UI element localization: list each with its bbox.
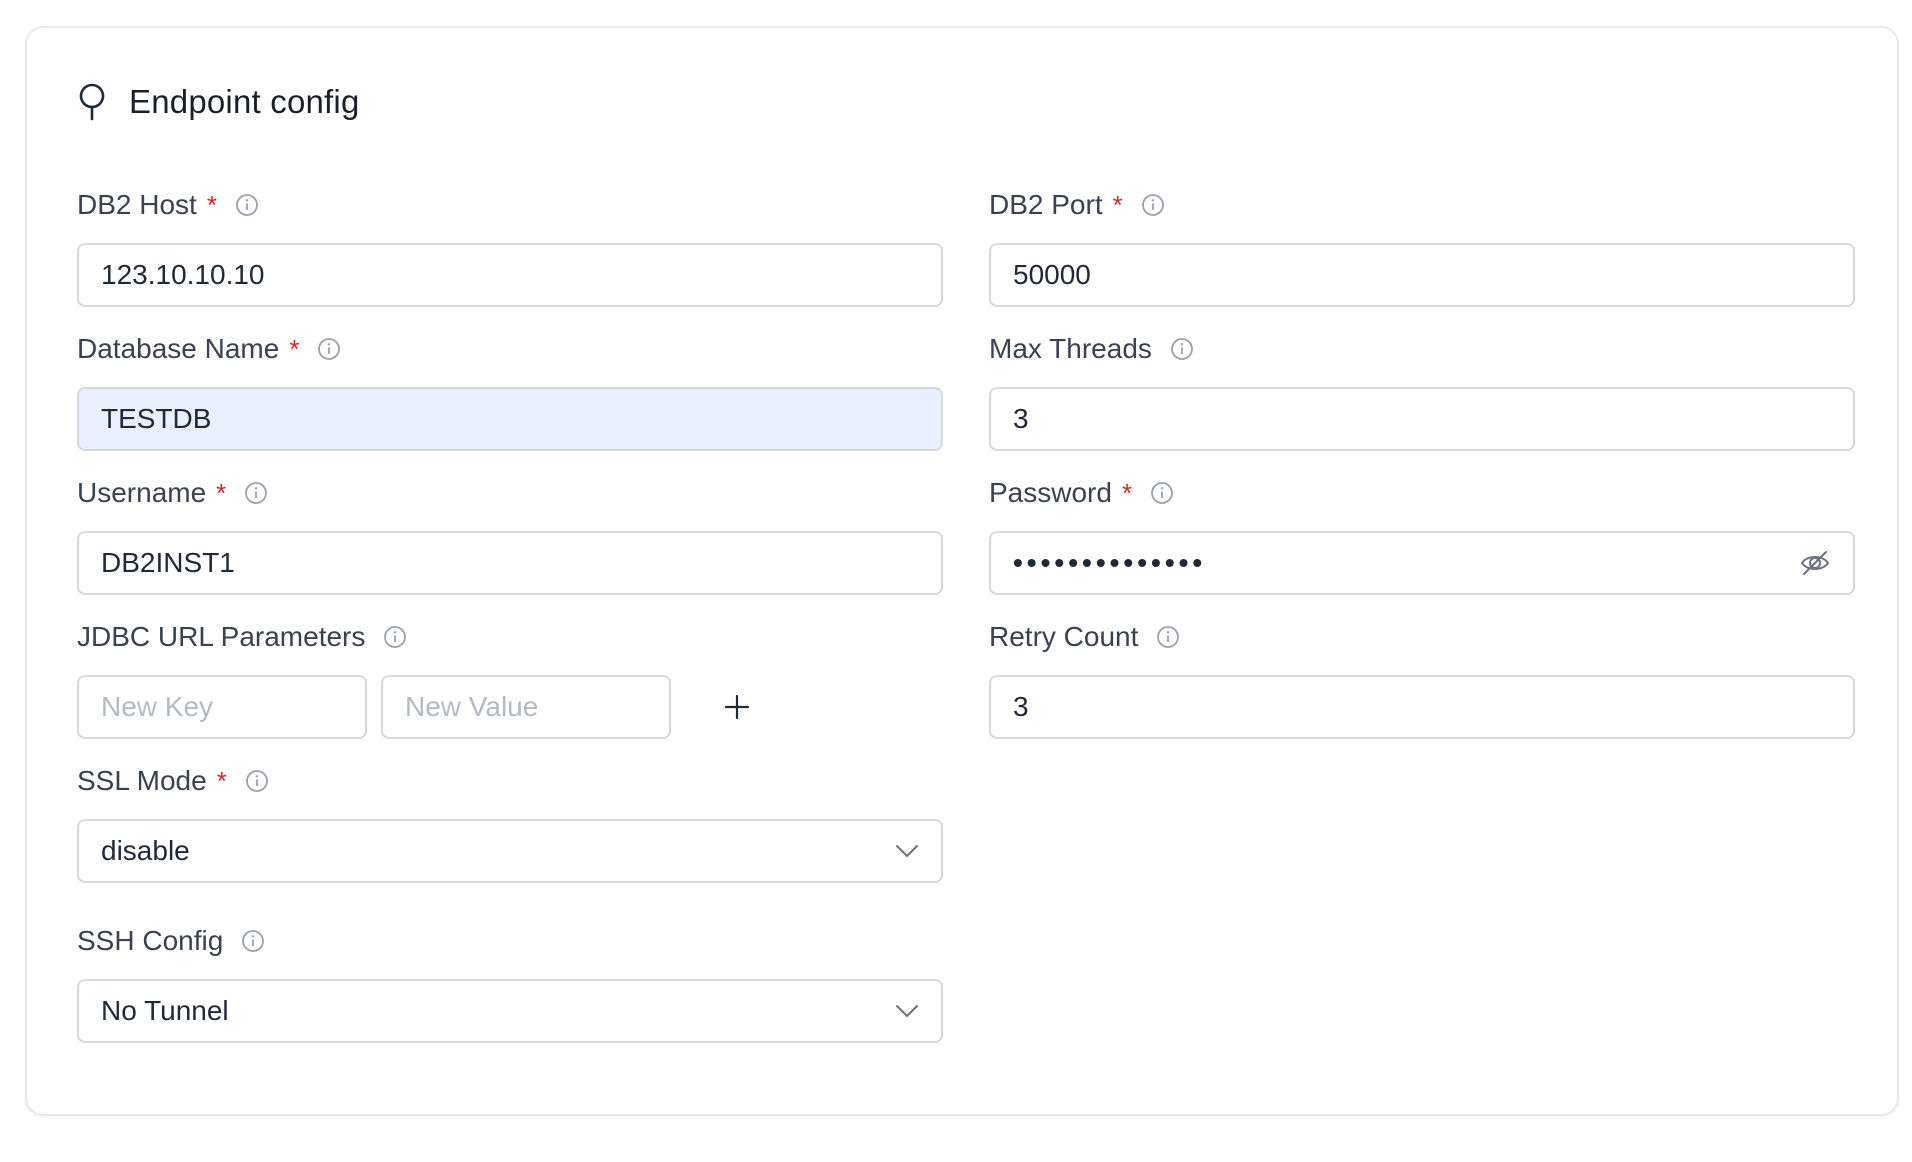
plus-icon [724,694,750,720]
chevron-down-icon [895,843,919,859]
ssh-config-label: SSH Config [77,925,224,956]
ssl-mode-label: SSL Mode [77,765,207,796]
password-field: Password * •••••••••••••• [989,473,1855,597]
database-name-input[interactable]: TESTDB [77,387,943,451]
username-label: Username [77,477,207,508]
info-icon[interactable] [241,929,265,953]
max-threads-label: Max Threads [989,333,1152,364]
ssl-mode-field: SSL Mode * disable [77,761,943,885]
info-icon[interactable] [235,193,259,217]
jdbc-params-field: JDBC URL Parameters New Key New Value [77,617,943,741]
required-marker: * [289,333,300,364]
info-icon[interactable] [383,625,407,649]
required-marker: * [206,189,217,220]
username-input[interactable]: DB2INST1 [77,531,943,595]
info-icon[interactable] [245,769,269,793]
retry-count-input[interactable]: 3 [989,675,1855,739]
info-icon[interactable] [317,337,341,361]
ssl-mode-select[interactable]: disable [77,819,943,883]
db2-host-input[interactable]: 123.10.10.10 [77,243,943,307]
endpoint-config-card: Endpoint config DB2 Host * 123.10.10.10 … [25,26,1899,1116]
required-marker: * [1112,189,1123,220]
jdbc-value-input[interactable]: New Value [381,675,671,739]
database-name-field: Database Name * TESTDB [77,329,943,453]
info-icon[interactable] [1170,337,1194,361]
info-icon[interactable] [1141,193,1165,217]
db2-host-label: DB2 Host [77,189,197,220]
required-marker: * [216,477,227,508]
required-marker: * [216,765,227,796]
password-input[interactable]: •••••••••••••• [989,531,1855,595]
card-title: Endpoint config [129,83,360,120]
db2-port-label: DB2 Port [989,189,1103,220]
pin-icon [77,83,107,121]
info-icon[interactable] [1156,625,1180,649]
db2-host-field: DB2 Host * 123.10.10.10 [77,185,943,309]
max-threads-field: Max Threads 3 [989,329,1855,453]
database-name-label: Database Name [77,333,280,364]
retry-count-field: Retry Count 3 [989,617,1855,741]
ssh-config-field: SSH Config No Tunnel [77,921,943,1045]
eye-off-icon[interactable] [1799,547,1831,579]
retry-count-label: Retry Count [989,621,1139,652]
add-parameter-button[interactable] [717,687,757,727]
chevron-down-icon [895,1003,919,1019]
info-icon[interactable] [244,481,268,505]
db2-port-input[interactable]: 50000 [989,243,1855,307]
required-marker: * [1121,477,1133,508]
db2-port-field: DB2 Port * 50000 [989,185,1855,309]
info-icon[interactable] [1150,481,1174,505]
max-threads-input[interactable]: 3 [989,387,1855,451]
ssh-config-select[interactable]: No Tunnel [77,979,943,1043]
password-label: Password [989,477,1112,508]
card-header: Endpoint config [77,83,360,121]
jdbc-params-label: JDBC URL Parameters [77,621,366,652]
jdbc-key-input[interactable]: New Key [77,675,367,739]
username-field: Username * DB2INST1 [77,473,943,597]
